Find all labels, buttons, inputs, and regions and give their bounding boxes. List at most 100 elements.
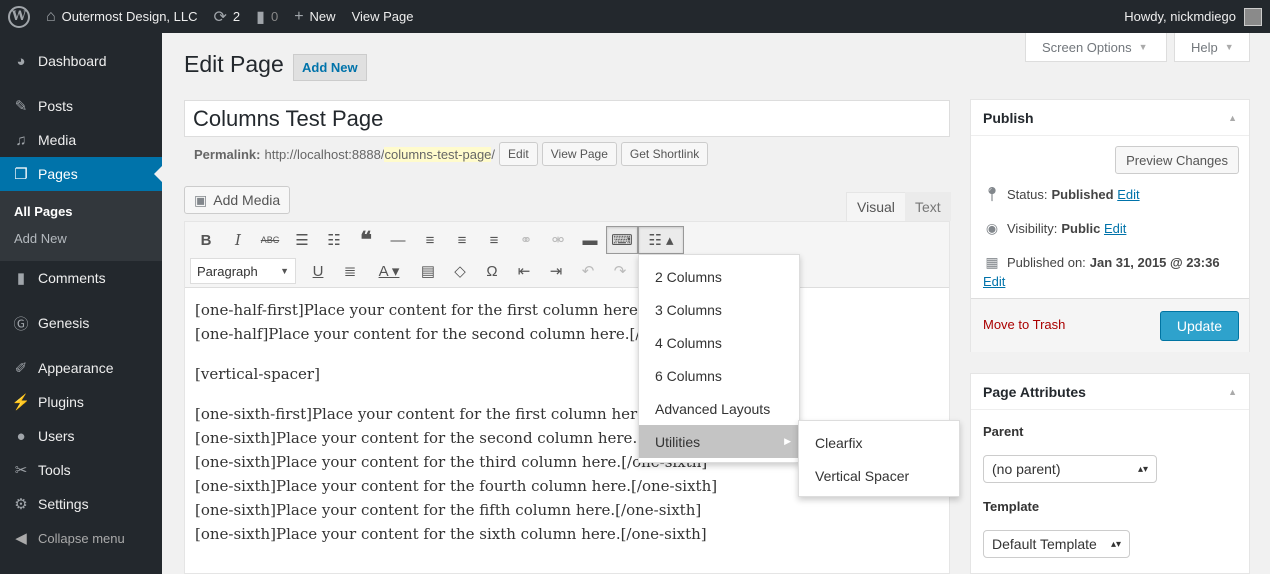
menu-item-3-columns[interactable]: 3 Columns bbox=[639, 293, 799, 326]
sidebar-item-genesis[interactable]: Ⓖ Genesis bbox=[0, 306, 162, 340]
bold-icon[interactable]: B bbox=[190, 226, 222, 254]
brush-icon: ✐ bbox=[14, 360, 28, 377]
indent-icon[interactable]: ⇥ bbox=[540, 257, 572, 285]
submenu-all-pages[interactable]: All Pages bbox=[0, 198, 162, 225]
link-icon[interactable]: ⚭ bbox=[510, 226, 542, 254]
wordpress-logo-icon[interactable]: W bbox=[0, 0, 38, 33]
sidebar-item-settings[interactable]: ⚙ Settings bbox=[0, 487, 162, 521]
plugin-icon: ⚡ bbox=[11, 394, 31, 411]
collapse-arrow-icon[interactable]: ▲ bbox=[1228, 113, 1237, 123]
view-page-button[interactable]: View Page bbox=[541, 142, 617, 166]
menu-item-vertical-spacer[interactable]: Vertical Spacer bbox=[799, 459, 959, 492]
dropdown-arrow-icon: ▼ bbox=[1224, 42, 1234, 52]
edit-visibility-link[interactable]: Edit bbox=[1104, 221, 1126, 236]
publish-box: Publish ▲ Preview Changes 📍︎ Status: Publis… bbox=[970, 99, 1250, 352]
read-more-icon[interactable]: ▬ bbox=[574, 226, 606, 254]
sidebar-item-comments[interactable]: ▮ Comments bbox=[0, 261, 162, 295]
add-new-button[interactable]: Add New bbox=[293, 54, 367, 81]
admin-sidebar: ◕ Dashboard ✎ Posts ♫ Media ❐ Pages All Page… bbox=[0, 33, 162, 574]
sidebar-item-tools[interactable]: ✂ Tools bbox=[0, 453, 162, 487]
sidebar-item-appearance[interactable]: ✐ Appearance bbox=[0, 351, 162, 385]
undo-icon[interactable]: ↶ bbox=[572, 257, 604, 285]
update-button[interactable]: Update bbox=[1159, 311, 1239, 341]
plus-icon: + bbox=[294, 7, 304, 25]
align-left-icon[interactable]: ≡ bbox=[414, 226, 446, 254]
parent-select[interactable]: (no parent) ▴▾ bbox=[983, 455, 1157, 483]
publish-actions: Move to Trash Update bbox=[971, 298, 1249, 352]
my-account[interactable]: Howdy, nickmdiego bbox=[1124, 7, 1270, 26]
sidebar-item-media[interactable]: ♫ Media bbox=[0, 123, 162, 157]
numbered-list-icon[interactable]: ☷ bbox=[318, 226, 350, 254]
screen-options-button[interactable]: Screen Options ▼ bbox=[1025, 33, 1167, 62]
align-center-icon[interactable]: ≡ bbox=[446, 226, 478, 254]
dropdown-arrow-icon: ▼ bbox=[1138, 42, 1148, 52]
paste-text-icon[interactable]: ▤ bbox=[412, 257, 444, 285]
horizontal-line-icon[interactable]: — bbox=[382, 226, 414, 254]
sidebar-item-dashboard[interactable]: ◕ Dashboard bbox=[0, 44, 162, 78]
admin-bar: W ⌂ Outermost Design, LLC ⟳ 2 ▮ 0 + New View… bbox=[0, 0, 1270, 33]
align-right-icon[interactable]: ≡ bbox=[478, 226, 510, 254]
collapse-arrow-icon[interactable]: ▲ bbox=[1228, 387, 1237, 397]
unlink-icon[interactable]: ⚮ bbox=[542, 226, 574, 254]
italic-icon[interactable]: I bbox=[222, 226, 254, 254]
view-page-link[interactable]: View Page bbox=[344, 0, 422, 33]
sidebar-item-pages[interactable]: ❐ Pages bbox=[0, 157, 162, 191]
preview-changes-button[interactable]: Preview Changes bbox=[1115, 146, 1239, 174]
menu-item-advanced-layouts[interactable]: Advanced Layouts bbox=[639, 392, 799, 425]
bullet-list-icon[interactable]: ☰ bbox=[286, 226, 318, 254]
move-to-trash-link[interactable]: Move to Trash bbox=[983, 317, 1065, 332]
updates-link[interactable]: ⟳ 2 bbox=[206, 0, 249, 33]
add-media-button[interactable]: ▣ Add Media bbox=[184, 186, 291, 214]
pin-icon: 📍︎ bbox=[983, 186, 1001, 202]
updates-icon: ⟳ bbox=[213, 8, 227, 26]
strikethrough-icon[interactable]: ABC bbox=[254, 226, 286, 254]
get-shortlink-button[interactable]: Get Shortlink bbox=[620, 142, 709, 166]
media-icon: ♫ bbox=[15, 131, 27, 149]
page-attributes-header[interactable]: Page Attributes ▲ bbox=[971, 374, 1249, 410]
sidebar-item-plugins[interactable]: ⚡ Plugins bbox=[0, 385, 162, 419]
edit-date-link[interactable]: Edit bbox=[983, 274, 1005, 289]
new-content-link[interactable]: + New bbox=[286, 0, 343, 33]
users-icon: ● bbox=[16, 427, 26, 445]
format-select[interactable]: Paragraph ▼ bbox=[190, 258, 296, 284]
edit-status-link[interactable]: Edit bbox=[1117, 187, 1139, 202]
page-attributes-box: Page Attributes ▲ Parent (no parent) ▴▾ Te… bbox=[970, 373, 1250, 574]
collapse-menu-button[interactable]: ◀ Collapse menu bbox=[0, 521, 162, 555]
special-character-icon[interactable]: Ω bbox=[476, 257, 508, 285]
menu-item-utilities[interactable]: Utilities ▶ bbox=[639, 425, 799, 458]
tab-text[interactable]: Text bbox=[905, 192, 951, 221]
text-color-icon[interactable]: A ▾ bbox=[366, 257, 412, 285]
edit-permalink-button[interactable]: Edit bbox=[499, 142, 538, 166]
underline-icon[interactable]: U bbox=[302, 257, 334, 285]
clear-formatting-icon[interactable]: ◇ bbox=[444, 257, 476, 285]
blockquote-icon[interactable]: ❝ bbox=[350, 226, 382, 254]
sidebar-item-users[interactable]: ● Users bbox=[0, 419, 162, 453]
avatar bbox=[1244, 7, 1262, 26]
menu-item-clearfix[interactable]: Clearfix bbox=[799, 426, 959, 459]
comments-link[interactable]: ▮ 0 bbox=[248, 0, 286, 33]
redo-icon[interactable]: ↷ bbox=[604, 257, 636, 285]
menu-item-6-columns[interactable]: 6 Columns bbox=[639, 359, 799, 392]
columns-dropdown-menu: 2 Columns 3 Columns 4 Columns 6 Columns … bbox=[638, 254, 800, 463]
site-name-link[interactable]: ⌂ Outermost Design, LLC bbox=[38, 0, 206, 33]
sidebar-item-posts[interactable]: ✎ Posts bbox=[0, 89, 162, 123]
comments-icon: ▮ bbox=[16, 270, 26, 287]
publish-box-header[interactable]: Publish ▲ bbox=[971, 100, 1249, 136]
menu-item-4-columns[interactable]: 4 Columns bbox=[639, 326, 799, 359]
comment-icon: ▮ bbox=[256, 8, 265, 26]
wrench-icon: ✂ bbox=[14, 462, 28, 479]
post-title-input[interactable]: Columns Test Page bbox=[184, 100, 950, 137]
justify-icon[interactable]: ≣ bbox=[334, 257, 366, 285]
calendar-icon: ▦ bbox=[985, 254, 999, 270]
template-select[interactable]: Default Template ▴▾ bbox=[983, 530, 1130, 558]
toolbar-toggle-icon[interactable]: ⌨ bbox=[606, 226, 638, 254]
tab-visual[interactable]: Visual bbox=[846, 192, 906, 221]
columns-dropdown-button[interactable]: ☷ ▴ bbox=[638, 226, 684, 254]
settings-icon: ⚙ bbox=[14, 496, 28, 513]
submenu-add-new[interactable]: Add New bbox=[0, 225, 162, 252]
help-button[interactable]: Help ▼ bbox=[1174, 33, 1250, 62]
select-arrows-icon: ▴▾ bbox=[1110, 538, 1121, 550]
menu-item-2-columns[interactable]: 2 Columns bbox=[639, 260, 799, 293]
permalink-slug[interactable]: columns-test-page bbox=[384, 146, 492, 162]
outdent-icon[interactable]: ⇤ bbox=[508, 257, 540, 285]
